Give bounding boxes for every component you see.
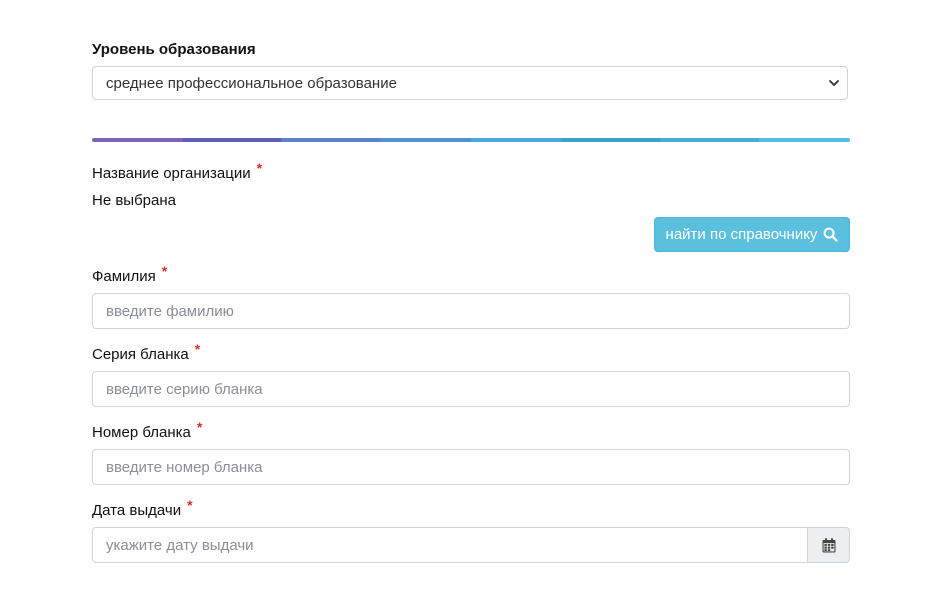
series-input[interactable]: введите серию бланка	[92, 371, 850, 407]
number-input[interactable]: введите номер бланка	[92, 449, 850, 485]
organization-label-text: Название организации	[92, 165, 251, 182]
issue-date-label: Дата выдачи *	[92, 497, 193, 519]
series-label: Серия бланка *	[92, 341, 200, 363]
issue-date-placeholder: укажите дату выдачи	[106, 536, 254, 554]
required-mark: *	[187, 497, 193, 513]
required-mark: *	[161, 263, 168, 279]
surname-label-text: Фамилия	[92, 268, 156, 285]
required-mark: *	[196, 419, 203, 435]
organization-value: Не выбрана	[92, 192, 176, 209]
required-mark: *	[194, 341, 201, 357]
series-placeholder: введите серию бланка	[106, 380, 263, 398]
surname-input[interactable]: введите фамилию	[92, 293, 850, 329]
series-label-text: Серия бланка	[92, 346, 189, 363]
surname-placeholder: введите фамилию	[106, 302, 234, 320]
education-level-label: Уровень образования	[92, 41, 256, 58]
calendar-icon	[822, 537, 835, 552]
search-icon	[823, 227, 838, 242]
number-label: Номер бланка *	[92, 419, 202, 441]
find-in-directory-label: найти по справочнику	[665, 226, 818, 243]
education-level-selected: среднее профессиональное образование	[106, 74, 397, 92]
issue-date-label-text: Дата выдачи	[92, 502, 182, 519]
section-divider	[92, 138, 850, 142]
issue-date-group: укажите дату выдачи	[92, 527, 850, 563]
chevron-down-icon	[829, 80, 839, 86]
organization-label: Название организации *	[92, 160, 262, 182]
issue-date-input[interactable]: укажите дату выдачи	[92, 527, 808, 563]
surname-label: Фамилия *	[92, 263, 167, 285]
required-mark: *	[256, 160, 263, 176]
education-level-select[interactable]: среднее профессиональное образование	[92, 66, 848, 100]
number-placeholder: введите номер бланка	[106, 458, 263, 476]
calendar-button[interactable]	[808, 527, 850, 563]
find-in-directory-button[interactable]: найти по справочнику	[654, 217, 850, 252]
number-label-text: Номер бланка	[92, 424, 191, 441]
